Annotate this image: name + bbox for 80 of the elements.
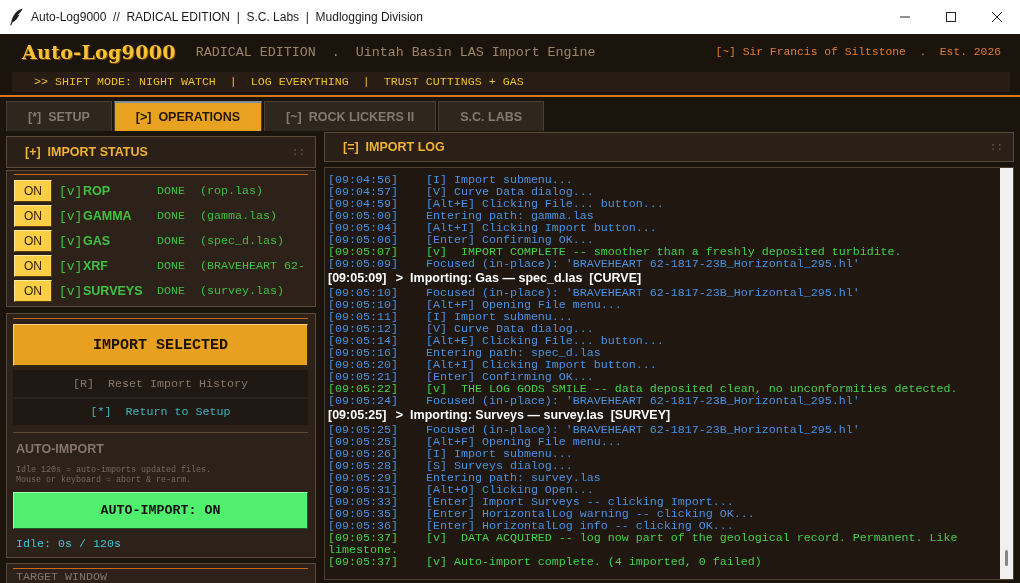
status-text: DONE [157,234,186,248]
source-name: XRF [83,259,109,273]
log-line: [09:05:28] [S] Surveys dialog... [328,460,574,472]
section-title: AUTO-IMPORT [15,441,105,457]
ticker-text: >> SHIFT MODE: NIGHT WATCH | LOG EVERYTHING | TRUST CUTTINGS + GAS [34,75,524,89]
check-label: [v] [59,208,83,224]
log-line: [09:04:56] [I] Import submenu... [328,174,574,186]
panel-title: [+] IMPORT STATUS [25,145,148,159]
description-text: Idle 120s = auto-imports updated files. [15,465,212,475]
credit-text: [~] Sir Francis of Siltstone . Est. 2026 [715,46,1001,58]
tab[interactable]: [*] SETUP [6,101,112,131]
log-line: [09:05:14] [Alt+E] Clicking File... button... [328,335,665,347]
status-text: DONE [157,259,186,273]
app-logo: Auto-Log9000 [22,41,176,63]
file-name: (gamma.las) [200,209,277,223]
idle-timer-text: Idle: 0s / 120s [15,537,122,551]
log-line: [09:05:26] [I] Import submenu... [328,448,574,460]
toggle-button[interactable]: ON [14,205,52,227]
file-name: (rop.las) [200,184,263,198]
log-line: [09:05:25] [Alt+F] Opening File menu... [328,436,623,448]
log-line: [09:05:24] Focused (in-place): 'BRAVEHEART 62-1817-23B_Horizontal_295.hl' [328,395,861,407]
reset-history-button[interactable]: [R] Reset Import History [13,370,308,397]
toggle-button[interactable]: ON [14,255,52,277]
log-line: [09:05:35] [Enter] HorizontalLog warning -- clicking OK... [328,508,756,520]
check-label: [v] [59,283,83,299]
log-line: [09:05:25] Focused (in-place): 'BRAVEHEART 62-1817-23B_Horizontal_295.hl' [328,424,861,436]
tab[interactable]: [>] OPERATIONS [113,101,263,131]
log-line: [09:05:09] > Importing: Gas — spec_d.las [CURVE] [328,270,643,287]
source-name: ROP [83,184,112,198]
section-title: TARGET WINDOW [15,572,108,583]
log-line: [09:05:21] [Enter] Confirming OK... [328,371,595,383]
file-name: (survey.las) [200,284,284,298]
log-line: [09:05:22] [v] THE LOG GODS SMILE -- data deposited clean, no unconformities detected. [328,383,959,395]
status-text: DONE [157,209,186,223]
log-line: [09:05:11] [I] Import submenu... [328,311,574,323]
feather-icon [9,8,23,26]
log-line: [09:05:20] [Alt+I] Clicking Import button... [328,359,658,371]
log-line: [09:05:29] Entering path: survey.las [328,472,602,484]
log-line: [09:05:06] [Enter] Confirming OK... [328,234,595,246]
source-name: GAMMA [83,209,133,223]
log-line: [09:05:00] Entering path: gamma.las [328,210,595,222]
scrollbar-thumb[interactable] [1005,550,1008,566]
window-title: Auto-Log9000 // RADICAL EDITION | S.C. Labs | Mudlogging Division [31,10,424,24]
check-label: [v] [59,258,83,274]
toggle-button[interactable]: ON [14,280,52,302]
log-line: [09:05:10] [Alt+F] Opening File menu... [328,299,623,311]
tab[interactable]: S.C. LABS [438,101,545,131]
return-to-setup-button[interactable]: [*] Return to Setup [13,399,308,425]
check-label: [v] [59,233,83,249]
log-line: [09:05:31] [Alt+O] Clicking Open... [328,484,595,496]
file-name: (BRAVEHEART 62- [200,259,305,273]
close-icon [992,12,1002,22]
auto-import-toggle[interactable]: AUTO-IMPORT: ON [13,492,308,529]
log-line: [09:05:37] [v] Auto-import complete. (4 imported, 0 failed) [328,556,763,568]
toggle-button[interactable]: ON [14,180,52,202]
log-line: [09:05:25] > Importing: Surveys — survey.las [SURVEY] [328,407,672,424]
panel-title: [=] IMPORT LOG [343,140,445,154]
log-line: [09:05:16] Entering path: spec_d.las [328,347,602,359]
import-selected-button[interactable]: IMPORT SELECTED [13,324,308,366]
check-label: [v] [59,183,83,199]
log-line: [09:04:57] [V] Curve Data dialog... [328,186,595,198]
source-name: SURVEYS [83,284,144,298]
tagline-text: RADICAL EDITION . Uintah Basin LAS Import Engine [195,44,596,60]
log-line: [09:05:12] [V] Curve Data dialog... [328,323,595,335]
log-line: [09:05:07] [v] IMPORT COMPLETE -- smoother than a freshly deposited turbidite. [328,246,903,258]
status-text: DONE [157,284,186,298]
log-line: [09:05:04] [Alt+I] Clicking Import button... [328,222,658,234]
log-line: [09:05:10] Focused (in-place): 'BRAVEHEART 62-1817-23B_Horizontal_295.hl' [328,287,861,299]
log-line: [09:05:36] [Enter] HorizontalLog info -- clicking OK... [328,520,735,532]
source-name: GAS [83,234,112,248]
log-line: [09:04:59] [Alt+E] Clicking File... button... [328,198,665,210]
log-line: [09:05:09] Focused (in-place): 'BRAVEHEART 62-1817-23B_Horizontal_295.hl' [328,258,861,270]
maximize-icon [946,12,956,22]
description-text: Mouse or keyboard = abort & re-arm. [15,475,192,485]
toggle-button[interactable]: ON [14,230,52,252]
file-name: (spec_d.las) [200,234,284,248]
tab[interactable]: [~] ROCK LICKERS II [264,101,437,131]
status-text: DONE [157,184,186,198]
log-line: [09:05:37] [v] DATA ACQUIRED -- log now part of the geological record. Permanent. Like limestone. [328,532,959,556]
log-line: [09:05:33] [Enter] Import Surveys -- clicking Import... [328,496,735,508]
